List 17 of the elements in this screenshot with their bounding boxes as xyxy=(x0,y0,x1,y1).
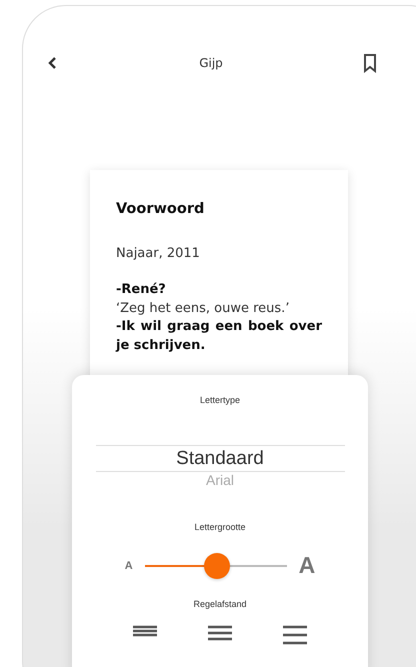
book-title: Gijp xyxy=(199,56,223,70)
large-size-label: A xyxy=(298,552,316,579)
font-option[interactable]: Standaard xyxy=(96,445,344,472)
section-label: Lettergrootte xyxy=(194,522,246,532)
small-size-label: A xyxy=(124,560,133,572)
text-paragraph: ‘Zeg het eens, ouwe reus.’ xyxy=(116,300,290,318)
back-button[interactable] xyxy=(47,56,59,70)
text-paragraph: -Ik wil graag een boek over je schrijven. xyxy=(116,318,322,354)
bookmark-icon xyxy=(363,53,377,73)
section-label: Regelafstand xyxy=(193,599,247,609)
section-label: Lettertype xyxy=(200,395,240,405)
bookmark-button[interactable] xyxy=(363,53,377,73)
chapter-heading: Voorwoord xyxy=(116,200,206,218)
text-paragraph: -René? xyxy=(116,281,167,299)
slider-thumb[interactable] xyxy=(204,552,230,578)
text-paragraph: Najaar, 2011 xyxy=(116,244,201,262)
back-icon xyxy=(47,56,59,70)
